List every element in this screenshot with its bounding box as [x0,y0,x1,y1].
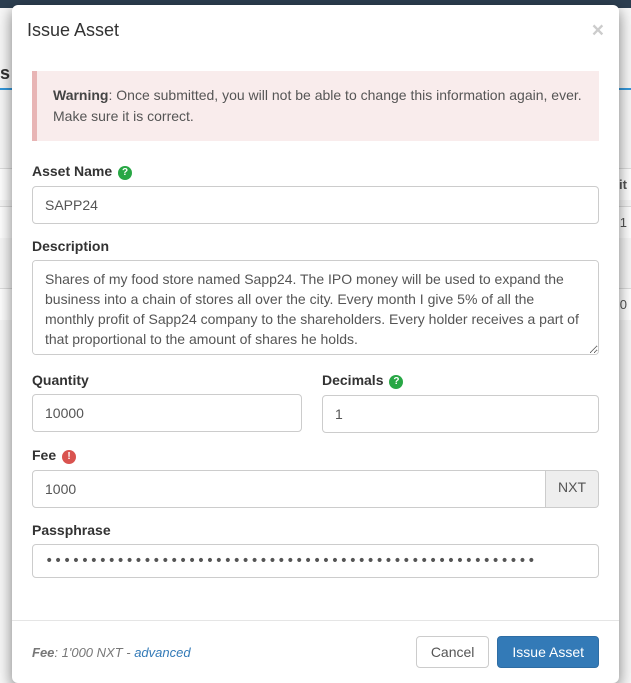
submit-button[interactable]: Issue Asset [497,636,599,668]
passphrase-input[interactable]: ••••••••••••••••••••••••••••••••••••••••… [32,544,599,578]
modal-title: Issue Asset [27,20,119,41]
cancel-button[interactable]: Cancel [416,636,490,668]
modal-body: Warning: Once submitted, you will not be… [12,56,619,620]
fee-label-text: Fee [32,447,56,463]
decimals-group: Decimals ? [322,372,599,433]
warning-label: Warning [53,87,108,103]
footer-fee-text: Fee: 1'000 NXT - advanced [32,645,408,660]
asset-name-label: Asset Name ? [32,163,599,180]
passphrase-label: Passphrase [32,522,599,538]
fee-input[interactable] [32,470,546,508]
fee-group: Fee ! NXT [32,447,599,508]
warning-alert: Warning: Once submitted, you will not be… [32,71,599,141]
modal-footer: Fee: 1'000 NXT - advanced Cancel Issue A… [12,620,619,683]
decimals-input[interactable] [322,395,599,433]
fee-label: Fee ! [32,447,599,464]
footer-fee-value: : 1'000 NXT - [54,645,134,660]
quantity-group: Quantity [32,372,302,433]
description-label: Description [32,238,599,254]
footer-fee-label: Fee [32,645,54,660]
bg-page-title-fragment: s [0,63,10,84]
issue-asset-modal: Issue Asset × Warning: Once submitted, y… [12,5,619,683]
advanced-link[interactable]: advanced [134,645,190,660]
description-input[interactable]: Shares of my food store named Sapp24. Th… [32,260,599,355]
quantity-label: Quantity [32,372,302,388]
decimals-label: Decimals ? [322,372,599,389]
passphrase-group: Passphrase •••••••••••••••••••••••••••••… [32,522,599,578]
decimals-label-text: Decimals [322,372,383,388]
help-icon[interactable]: ? [389,375,403,389]
asset-name-group: Asset Name ? [32,163,599,224]
help-icon[interactable]: ? [118,166,132,180]
alert-icon[interactable]: ! [62,450,76,464]
fee-unit: NXT [546,470,599,508]
warning-text: : Once submitted, you will not be able t… [53,87,582,124]
close-button[interactable]: × [592,20,604,41]
asset-name-label-text: Asset Name [32,163,112,179]
quantity-input[interactable] [32,394,302,432]
modal-header: Issue Asset × [12,5,619,56]
description-group: Description Shares of my food store name… [32,238,599,358]
asset-name-input[interactable] [32,186,599,224]
